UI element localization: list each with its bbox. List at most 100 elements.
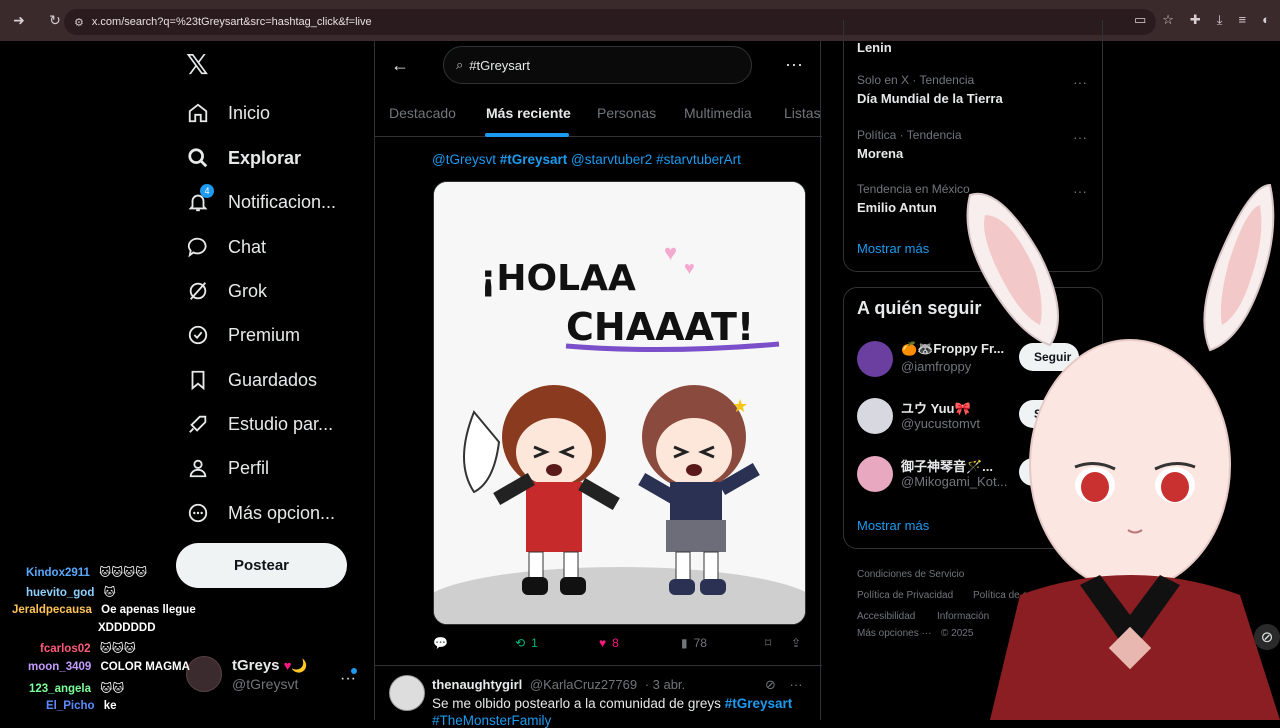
nav-creator-studio[interactable]: Estudio par... [186, 409, 333, 439]
hashtag-link[interactable]: #tGreysart [725, 696, 793, 711]
tab-latest[interactable]: Más reciente [486, 105, 571, 121]
more-circle-icon [186, 501, 210, 525]
chat-emotes: 🐱 [103, 587, 116, 599]
mention-link[interactable]: @starvtuber2 [571, 152, 652, 167]
reply-button[interactable]: 💬 [433, 636, 448, 650]
like-button[interactable]: ♥ 8 [599, 636, 619, 650]
divider [375, 665, 822, 666]
nav-home[interactable]: Inicio [186, 98, 270, 128]
tab-media[interactable]: Multimedia [684, 105, 752, 121]
unread-dot [351, 668, 357, 674]
tab-people[interactable]: Personas [597, 105, 656, 121]
tweet-author-handle[interactable]: @KarlaCruz27769 [530, 677, 637, 692]
nav-chat-label: Chat [228, 236, 267, 257]
chat-line: El_Picho ke [46, 700, 117, 712]
reload-icon[interactable]: ↻ [44, 10, 66, 32]
download-icon[interactable]: ⤓ [1217, 12, 1223, 28]
retweet-count: 1 [531, 636, 538, 650]
chat-line: XDDDDDD [92, 622, 156, 634]
chat-user: Kindox2911 [26, 567, 90, 579]
hashtag-link[interactable]: #TheMonsterFamily [432, 713, 551, 728]
tweet-image[interactable]: ¡HOLAA CHAAAT! ♥ ♥ ★ [433, 181, 806, 625]
profile-icon[interactable]: ◐ [1262, 12, 1270, 28]
trend-more-icon[interactable]: ··· [1073, 74, 1087, 90]
avatar [857, 398, 893, 434]
site-settings-icon[interactable]: ⚙ [74, 16, 84, 29]
back-arrow-icon[interactable]: ← [391, 55, 409, 76]
tab-featured[interactable]: Destacado [389, 105, 456, 121]
reply-icon: 💬 [433, 636, 448, 650]
rocket-icon [186, 412, 210, 436]
chat-user: huevito_god [26, 587, 95, 599]
share-button[interactable]: ⇪ [791, 636, 801, 650]
chat-message: ke [103, 700, 117, 712]
nav-premium[interactable]: Premium [186, 320, 300, 350]
views-icon: ▮ [681, 636, 688, 650]
nav-profile[interactable]: Perfil [186, 453, 269, 483]
post-button[interactable]: Postear [176, 543, 347, 588]
chat-line: huevito_god 🐱 [26, 585, 116, 599]
trend-title: Día Mundial de la Tierra [857, 91, 1003, 106]
forward-icon[interactable]: ➜ [8, 10, 30, 32]
extensions-icon[interactable]: ✚ [1190, 12, 1201, 28]
bookmark-icon [186, 368, 210, 392]
chat-line: moon_3409 COLOR MAGMA [28, 661, 190, 673]
heart-icon: ♥ [684, 258, 695, 278]
search-icon [186, 146, 210, 170]
vtuber-illustration [966, 183, 1280, 720]
share-icon: ⇪ [791, 636, 802, 650]
star-icon[interactable]: ☆ [1162, 12, 1174, 28]
search-tabs: Destacado Más reciente Personas Multimed… [375, 93, 822, 137]
nav-profile-label: Perfil [228, 457, 270, 478]
trend-context: Solo en X · Tendencia [857, 73, 975, 87]
mention-link[interactable]: @tGreysvt [432, 152, 496, 167]
trend-more-icon[interactable]: ··· [1073, 129, 1087, 145]
trend-item[interactable]: Solo en X · Tendencia Día Mundial de la … [857, 73, 1003, 106]
more-options-icon[interactable]: ··· [785, 54, 803, 75]
hashtag-link[interactable]: #starvtuberArt [656, 152, 741, 167]
account-name-emoji: ♥🌙 [283, 657, 308, 673]
nav-more-label: Más opcion... [228, 502, 336, 523]
grok-icon[interactable]: ⊘ [765, 677, 776, 692]
nav-explore[interactable]: Explorar [186, 143, 301, 173]
home-icon [186, 101, 210, 125]
fanart-illustration: ¡HOLAA CHAAAT! ♥ ♥ ★ [434, 182, 805, 624]
nav-more[interactable]: Más opcion... [186, 498, 335, 528]
cast-icon[interactable]: ▭ [1134, 12, 1146, 28]
notification-badge: 4 [200, 184, 214, 198]
footer-link[interactable]: Más opciones ··· [857, 628, 931, 639]
hashtag-link[interactable]: #tGreysart [500, 152, 568, 167]
tweet-text: @tGreysvt #tGreysart @starvtuber2 #starv… [432, 152, 741, 167]
x-logo[interactable]: 𝕏 [186, 51, 212, 79]
nav-chat[interactable]: Chat [186, 232, 266, 262]
menu-icon[interactable]: ≡ [1239, 12, 1247, 28]
views-button[interactable]: ▮ 78 [681, 636, 707, 650]
show-more-link[interactable]: Mostrar más [857, 518, 929, 533]
chat-line: 123_angela 🐱🐱 [29, 681, 124, 695]
tweet-date[interactable]: · 3 abr. [645, 677, 685, 692]
tab-lists[interactable]: Listas [784, 105, 821, 121]
star-icon: ★ [732, 396, 748, 416]
tweet-body: Se me olbido postearlo a la comunidad de… [432, 696, 721, 711]
search-input[interactable]: ⌕ #tGreysart [443, 46, 752, 84]
avatar[interactable] [389, 675, 425, 711]
footer-link[interactable]: Accesibilidad [857, 611, 915, 622]
nav-notifications[interactable]: 4 Notificacion... [186, 184, 336, 217]
retweet-button[interactable]: ⟲ 1 [515, 636, 538, 650]
trend-item[interactable]: Lenin [857, 36, 892, 55]
premium-icon [186, 323, 210, 347]
nav-bookmarks-label: Guardados [228, 369, 318, 390]
nav-grok[interactable]: Grok [186, 276, 267, 306]
grok-icon[interactable]: ⊘ [1254, 624, 1280, 650]
chat-user: 123_angela [29, 683, 92, 695]
trend-item[interactable]: Política · Tendencia Morena [857, 128, 962, 161]
account-switcher[interactable]: tGreys ♥🌙 @tGreysvt [186, 656, 308, 692]
nav-bookmarks[interactable]: Guardados [186, 365, 317, 395]
show-more-link[interactable]: Mostrar más [857, 241, 929, 256]
bookmark-button[interactable]: ⌑ [765, 636, 771, 650]
nav-home-label: Inicio [228, 102, 271, 123]
person-icon [186, 456, 210, 480]
tweet-author-name[interactable]: thenaughtygirl [432, 677, 522, 692]
browser-actions: ▭ ☆ ✚ ⤓ ≡ ◐ [1134, 12, 1270, 28]
more-options-icon[interactable]: ··· [790, 677, 803, 692]
